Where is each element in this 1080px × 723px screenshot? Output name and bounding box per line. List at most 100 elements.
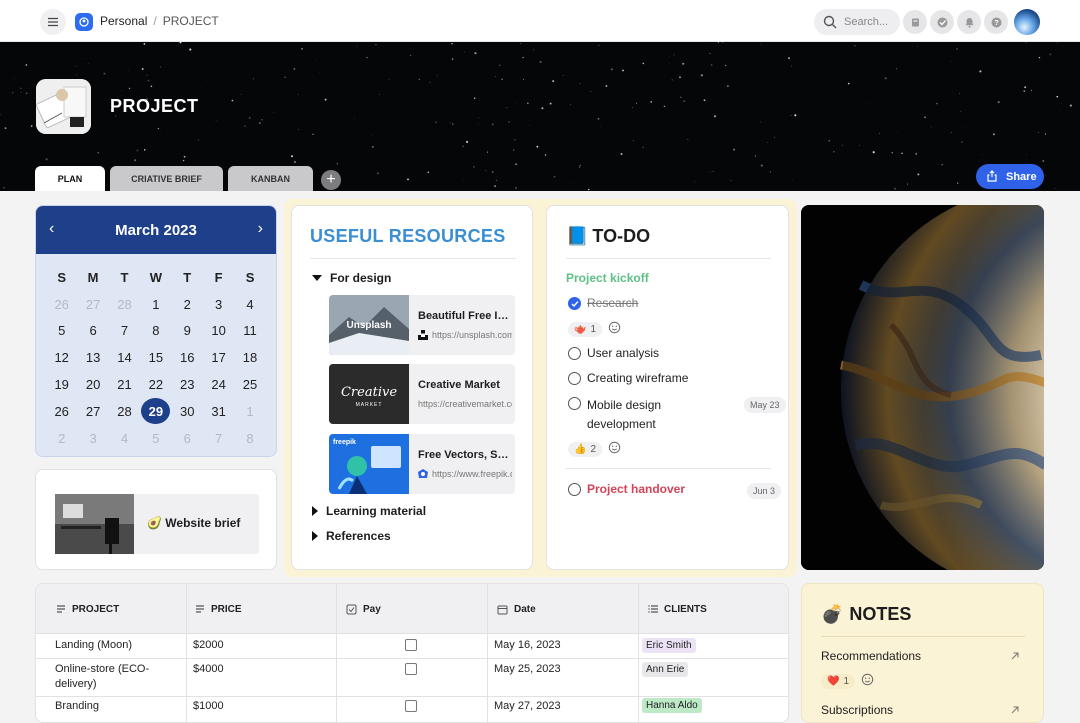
tab-kanban[interactable]: KANBAN — [228, 166, 313, 191]
pay-checkbox[interactable] — [405, 663, 417, 675]
pay-checkbox[interactable] — [405, 639, 417, 651]
link-card-unsplash[interactable]: Unsplash Beautiful Free Images https://u… — [329, 295, 515, 355]
calendar-day[interactable]: 6 — [172, 425, 203, 452]
selected-day[interactable]: 29 — [141, 398, 170, 424]
cell-project[interactable]: Online-store (ECO-delivery) — [55, 662, 175, 692]
cell-project[interactable]: Branding — [55, 699, 99, 714]
section-references[interactable]: References — [312, 529, 391, 543]
tab-criative-brief[interactable]: CRIATIVE BRIEF — [110, 166, 223, 191]
open-arrow-icon[interactable] — [1011, 652, 1019, 660]
calendar-day[interactable]: 11 — [234, 318, 265, 345]
add-tab-button[interactable]: + — [321, 170, 341, 190]
open-arrow-icon[interactable] — [1011, 706, 1019, 714]
reaction-button[interactable]: ❤️1 — [821, 674, 855, 689]
calendar-day[interactable]: 22 — [140, 371, 171, 398]
calendar-day[interactable]: 23 — [172, 371, 203, 398]
calendar-day[interactable]: 14 — [109, 344, 140, 371]
calendar-day[interactable]: 24 — [203, 371, 234, 398]
cell-date[interactable]: May 27, 2023 — [494, 699, 561, 714]
calendar-day[interactable]: 28 — [109, 398, 140, 425]
section-learning-material[interactable]: Learning material — [312, 504, 426, 518]
avatar[interactable] — [1014, 9, 1040, 35]
calendar-day[interactable]: 12 — [46, 344, 77, 371]
menu-icon[interactable] — [40, 9, 66, 35]
calendar-day[interactable]: 27 — [77, 291, 108, 318]
cell-project[interactable]: Landing (Moon) — [55, 638, 132, 653]
calendar-day[interactable]: 6 — [77, 318, 108, 345]
next-month-button[interactable]: › — [258, 220, 263, 238]
calendar-day[interactable]: 30 — [172, 398, 203, 425]
calendar-day[interactable]: 26 — [46, 398, 77, 425]
calendar-day[interactable]: 4 — [109, 425, 140, 452]
column-header-clients[interactable]: CLIENTS — [648, 584, 707, 634]
todo-item[interactable]: Mobile design development — [568, 396, 708, 434]
checkbox[interactable] — [568, 347, 581, 360]
column-header-pay[interactable]: Pay — [346, 584, 381, 634]
calendar-day[interactable]: 9 — [172, 318, 203, 345]
client-tag[interactable]: Hanna Aldo — [642, 698, 702, 713]
calendar-day[interactable]: 29 — [140, 398, 171, 425]
calendar-day[interactable]: 4 — [234, 291, 265, 318]
due-date-badge[interactable]: May 23 — [744, 397, 786, 413]
cell-price[interactable]: $2000 — [193, 638, 224, 653]
link-card-creative-market[interactable]: CreativeMARKET Creative Market https://c… — [329, 364, 515, 424]
calendar-day[interactable]: 15 — [140, 344, 171, 371]
calendar-day[interactable]: 2 — [172, 291, 203, 318]
calendar-day[interactable]: 5 — [140, 425, 171, 452]
checkbox[interactable] — [568, 483, 581, 496]
reaction-button[interactable]: 🫖1 — [568, 322, 602, 337]
todo-item[interactable]: User analysis — [568, 346, 659, 360]
calendar-day[interactable]: 31 — [203, 398, 234, 425]
share-button[interactable]: Share — [976, 164, 1044, 189]
calendar-day[interactable]: 3 — [77, 425, 108, 452]
todo-item[interactable]: Research — [568, 296, 638, 310]
column-header-price[interactable]: PRICE — [195, 584, 242, 634]
search-input[interactable]: Search... — [814, 9, 900, 35]
pay-checkbox[interactable] — [405, 700, 417, 712]
checkbox[interactable] — [568, 372, 581, 385]
calendar-day[interactable]: 5 — [46, 318, 77, 345]
calendar-day[interactable]: 8 — [140, 318, 171, 345]
note-item[interactable]: Subscriptions — [821, 703, 893, 717]
section-for-design[interactable]: For design — [312, 271, 391, 285]
breadcrumb-workspace[interactable]: Personal — [100, 14, 147, 28]
cell-price[interactable]: $1000 — [193, 699, 224, 714]
add-reaction-icon[interactable] — [861, 673, 874, 689]
link-card-freepik[interactable]: freepik Free Vectors, Stock Photos https… — [329, 434, 515, 494]
tab-plan[interactable]: PLAN — [35, 166, 105, 191]
calendar-day[interactable]: 19 — [46, 371, 77, 398]
cell-price[interactable]: $4000 — [193, 662, 224, 677]
calendar-day[interactable]: 2 — [46, 425, 77, 452]
calendar-day[interactable]: 3 — [203, 291, 234, 318]
calendar-day[interactable]: 8 — [234, 425, 265, 452]
checked-icon[interactable] — [568, 297, 581, 310]
calendar-day[interactable]: 26 — [46, 291, 77, 318]
calendar-day[interactable]: 18 — [234, 344, 265, 371]
column-header-project[interactable]: PROJECT — [56, 584, 119, 634]
brief-link[interactable]: 🥑 Website brief — [55, 494, 259, 554]
add-reaction-icon[interactable] — [608, 441, 621, 457]
calendar-day[interactable]: 7 — [109, 318, 140, 345]
client-tag[interactable]: Ann Erie — [642, 662, 688, 677]
calendar-day[interactable]: 21 — [109, 371, 140, 398]
prev-month-button[interactable]: ‹ — [49, 220, 54, 238]
client-tag[interactable]: Eric Smith — [642, 638, 696, 653]
workspace-icon[interactable] — [75, 13, 93, 31]
bell-icon[interactable] — [957, 10, 981, 34]
note-item[interactable]: Recommendations — [821, 649, 921, 663]
calendar-day[interactable]: 10 — [203, 318, 234, 345]
calendar-day[interactable]: 1 — [140, 291, 171, 318]
todo-item[interactable]: Project handover — [568, 482, 685, 496]
add-reaction-icon[interactable] — [608, 321, 621, 337]
calendar-day[interactable]: 27 — [77, 398, 108, 425]
check-circle-icon[interactable] — [930, 10, 954, 34]
calendar-day[interactable]: 17 — [203, 344, 234, 371]
calendar-day[interactable]: 7 — [203, 425, 234, 452]
breadcrumb-current[interactable]: PROJECT — [163, 14, 219, 28]
calendar-day[interactable]: 28 — [109, 291, 140, 318]
calendar-day[interactable]: 13 — [77, 344, 108, 371]
calendar-day[interactable]: 16 — [172, 344, 203, 371]
todo-item[interactable]: Creating wireframe — [568, 371, 688, 385]
due-date-badge[interactable]: Jun 3 — [747, 483, 781, 499]
help-icon[interactable]: ? — [984, 10, 1008, 34]
